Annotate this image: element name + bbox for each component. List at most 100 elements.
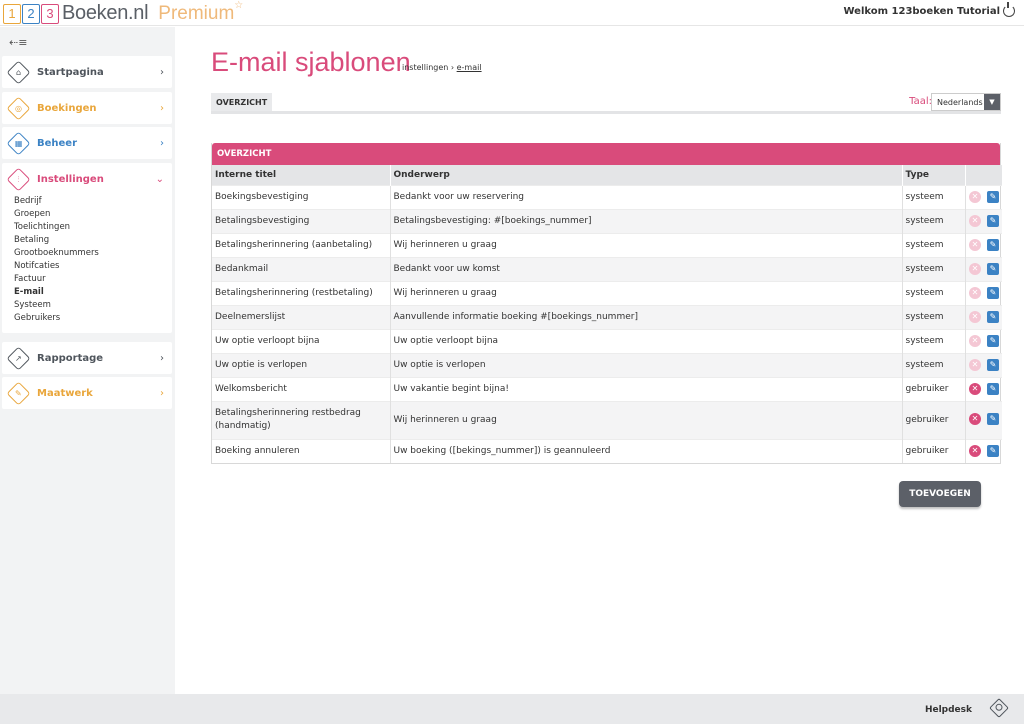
table-row: Uw optie is verlopen Uw optie is verlope… bbox=[212, 352, 1002, 377]
sidebar-item-label: Startpagina bbox=[37, 66, 104, 78]
sidebar-item-beheer[interactable]: ▦ Beheer › bbox=[2, 127, 172, 159]
sidebar-item-label: Maatwerk bbox=[37, 387, 93, 399]
chevron-right-icon: › bbox=[160, 138, 164, 149]
cell-subject: Wij herinneren u graag bbox=[390, 280, 903, 305]
edit-icon[interactable]: ✎ bbox=[987, 335, 999, 347]
cell-title: Deelnemerslijst bbox=[212, 304, 391, 329]
cell-subject: Bedankt voor uw komst bbox=[390, 256, 903, 281]
table-row: Deelnemerslijst Aanvullende informatie b… bbox=[212, 304, 1002, 329]
breadcrumb-separator: › bbox=[450, 63, 455, 72]
templates-table: Interne titel Onderwerp Type Boekingsbev… bbox=[212, 165, 1003, 463]
cell-title: Betalingsbevestiging bbox=[212, 208, 391, 233]
sidebar: ⇠≡ ⌂ Startpagina › ◎ Boekingen › ▦ Behee… bbox=[0, 27, 175, 694]
submenu-item-email[interactable]: E-mail bbox=[14, 286, 172, 299]
delete-icon: ✕ bbox=[969, 359, 981, 371]
sidebar-item-instellingen[interactable]: ⫶ Instellingen ⌄ bbox=[2, 163, 172, 195]
submenu-item-gebruikers[interactable]: Gebruikers bbox=[14, 312, 172, 325]
cell-actions: ✕ ✎ bbox=[965, 208, 1002, 233]
edit-icon[interactable]: ✎ bbox=[987, 413, 999, 426]
cell-title: Betalingsherinnering (aanbetaling) bbox=[212, 232, 391, 257]
dropdown-arrow-icon: ▼ bbox=[984, 94, 1000, 110]
submenu-item-bedrijf[interactable]: Bedrijf bbox=[14, 195, 172, 208]
delete-icon[interactable]: ✕ bbox=[969, 413, 981, 426]
helpdesk-icon[interactable] bbox=[989, 698, 1009, 718]
column-header-type: Type bbox=[902, 165, 966, 185]
chevron-down-icon: ⌄ bbox=[155, 174, 164, 185]
power-logout-icon[interactable] bbox=[1003, 2, 1015, 17]
edit-icon[interactable]: ✎ bbox=[987, 191, 999, 203]
table-row: Boekingsbevestiging Bedankt voor uw rese… bbox=[212, 184, 1002, 209]
cell-type: gebruiker bbox=[902, 400, 966, 439]
table-row: Boeking annuleren Uw boeking ([bekings_n… bbox=[212, 438, 1002, 463]
cell-type: systeem bbox=[902, 352, 966, 377]
sidebar-item-label: Rapportage bbox=[37, 352, 104, 364]
logo-brand: Boeken.nl bbox=[62, 2, 149, 24]
menu-collapse-icon[interactable]: ⇠≡ bbox=[9, 36, 27, 49]
delete-icon: ✕ bbox=[969, 239, 981, 251]
footer: Helpdesk bbox=[0, 694, 1024, 724]
submenu-item-notificaties[interactable]: Notifcaties bbox=[14, 260, 172, 273]
edit-icon[interactable]: ✎ bbox=[987, 359, 999, 371]
cell-actions: ✕ ✎ bbox=[965, 280, 1002, 305]
sidebar-item-rapportage[interactable]: ↗ Rapportage › bbox=[2, 342, 172, 374]
delete-icon[interactable]: ✕ bbox=[969, 445, 981, 458]
logo-digit-2: 2 bbox=[22, 3, 40, 24]
cell-subject: Uw boeking ([bekings_nummer]) is geannul… bbox=[390, 438, 903, 463]
edit-icon[interactable]: ✎ bbox=[987, 383, 999, 395]
bookings-icon: ◎ bbox=[6, 95, 31, 121]
edit-icon[interactable]: ✎ bbox=[987, 311, 999, 323]
edit-icon[interactable]: ✎ bbox=[987, 215, 999, 227]
edit-icon[interactable]: ✎ bbox=[987, 445, 999, 458]
cell-type: systeem bbox=[902, 232, 966, 257]
tab-strip: OVERZICHT Taal: Nederlands ▼ bbox=[211, 93, 1001, 114]
top-bar: 1 2 3 Boeken.nl Premium ☆ Welkom 123boek… bbox=[0, 0, 1024, 26]
cell-actions: ✕ ✎ bbox=[965, 376, 1002, 401]
main-content: E-mail sjablonen instellingen › e-mail O… bbox=[175, 27, 1024, 694]
submenu-item-systeem[interactable]: Systeem bbox=[14, 299, 172, 312]
logo-digit-1: 1 bbox=[3, 3, 21, 24]
home-icon: ⌂ bbox=[6, 59, 31, 85]
language-select[interactable]: Nederlands ▼ bbox=[931, 93, 1001, 111]
breadcrumb-current[interactable]: e-mail bbox=[457, 63, 482, 72]
cell-title: Betalingsherinnering restbedrag (handmat… bbox=[212, 400, 391, 439]
sidebar-item-maatwerk[interactable]: ✎ Maatwerk › bbox=[2, 377, 172, 409]
table-row: Uw optie verloopt bijna Uw optie verloop… bbox=[212, 328, 1002, 353]
sidebar-item-startpagina[interactable]: ⌂ Startpagina › bbox=[2, 56, 172, 88]
cell-title: Welkomsbericht bbox=[212, 376, 391, 401]
cell-type: systeem bbox=[902, 304, 966, 329]
cell-type: systeem bbox=[902, 280, 966, 305]
cell-actions: ✕ ✎ bbox=[965, 256, 1002, 281]
breadcrumb-parent[interactable]: instellingen bbox=[402, 63, 448, 72]
chevron-right-icon: › bbox=[160, 103, 164, 114]
table-row: Bedankmail Bedankt voor uw komst systeem… bbox=[212, 256, 1002, 281]
cell-title: Bedankmail bbox=[212, 256, 391, 281]
sidebar-item-boekingen[interactable]: ◎ Boekingen › bbox=[2, 92, 172, 124]
table-row: Betalingsherinnering restbedrag (handmat… bbox=[212, 400, 1002, 439]
helpdesk-link[interactable]: Helpdesk bbox=[925, 705, 972, 715]
logo[interactable]: 1 2 3 Boeken.nl Premium ☆ bbox=[3, 0, 243, 25]
delete-icon[interactable]: ✕ bbox=[969, 383, 981, 395]
settings-icon: ⫶ bbox=[6, 166, 31, 192]
cell-subject: Uw optie verloopt bijna bbox=[390, 328, 903, 353]
submenu-item-toelichtingen[interactable]: Toelichtingen bbox=[14, 221, 172, 234]
submenu-item-factuur[interactable]: Factuur bbox=[14, 273, 172, 286]
chevron-right-icon: › bbox=[160, 67, 164, 78]
edit-icon[interactable]: ✎ bbox=[987, 239, 999, 251]
custom-icon: ✎ bbox=[6, 380, 31, 406]
cell-type: systeem bbox=[902, 208, 966, 233]
cell-subject: Bedankt voor uw reservering bbox=[390, 184, 903, 209]
edit-icon[interactable]: ✎ bbox=[987, 263, 999, 275]
chevron-right-icon: › bbox=[160, 353, 164, 364]
submenu-item-grootboeknummers[interactable]: Grootboeknummers bbox=[14, 247, 172, 260]
cell-subject: Wij herinneren u graag bbox=[390, 400, 903, 439]
tab-overzicht[interactable]: OVERZICHT bbox=[211, 93, 273, 111]
cell-actions: ✕ ✎ bbox=[965, 352, 1002, 377]
submenu-item-betaling[interactable]: Betaling bbox=[14, 234, 172, 247]
breadcrumb: instellingen › e-mail bbox=[402, 63, 482, 72]
chart-icon: ↗ bbox=[6, 345, 31, 371]
cell-subject: Wij herinneren u graag bbox=[390, 232, 903, 257]
add-template-button[interactable]: TOEVOEGEN bbox=[899, 481, 981, 507]
edit-icon[interactable]: ✎ bbox=[987, 287, 999, 299]
submenu-item-groepen[interactable]: Groepen bbox=[14, 208, 172, 221]
column-header-subject: Onderwerp bbox=[390, 165, 903, 185]
